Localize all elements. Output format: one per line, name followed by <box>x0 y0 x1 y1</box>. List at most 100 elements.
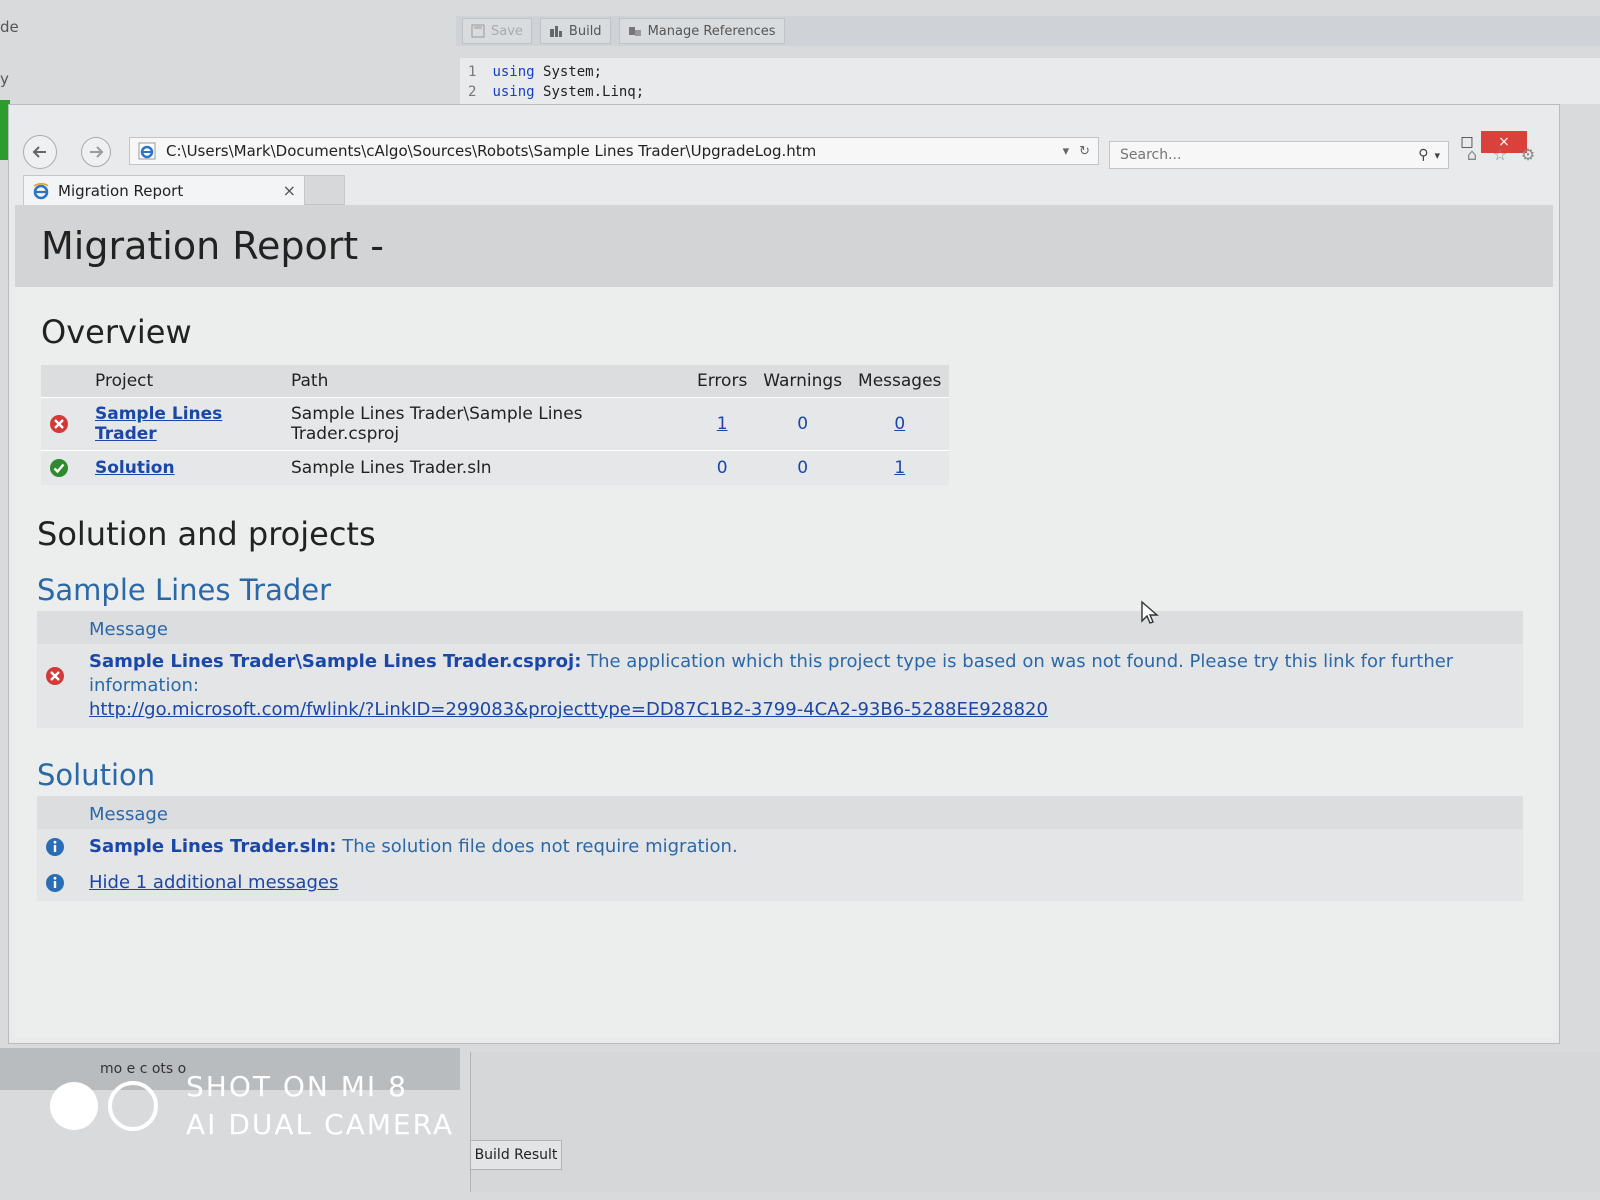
code-editor[interactable]: 1 using System; 2 using System.Linq; <box>460 58 1600 104</box>
warnings-column-header: Warnings <box>755 365 851 398</box>
project-cell: Sample Lines Trader <box>87 397 283 451</box>
project-link-solution[interactable]: Solution <box>95 458 175 478</box>
ide-build-button[interactable]: Build <box>539 18 611 44</box>
path-column-header: Path <box>283 365 689 398</box>
favorites-star-icon[interactable]: ☆ <box>1491 145 1509 164</box>
solution-section-title: Solution <box>37 758 156 792</box>
code-keyword: using <box>492 64 535 80</box>
project-column-header: Project <box>87 365 283 398</box>
errors-column-header: Errors <box>689 365 756 398</box>
message-text: Sample Lines Trader.sln: The solution fi… <box>89 835 738 859</box>
path-cell: Sample Lines Trader.sln <box>283 450 689 485</box>
code-text: System; <box>534 64 603 80</box>
solution-messages: Message Sample Lines Trader.sln: The sol… <box>37 796 1523 901</box>
messages-count-link[interactable]: 1 <box>894 458 905 478</box>
ide-build-label: Build <box>568 23 602 39</box>
forward-button[interactable] <box>81 137 111 167</box>
line-number: 1 <box>468 64 477 80</box>
new-tab-button[interactable] <box>305 175 345 205</box>
error-icon <box>50 415 68 433</box>
tab-title: Migration Report <box>58 181 184 200</box>
ide-save-label: Save <box>491 23 523 39</box>
project-link-sample-lines-trader[interactable]: Sample Lines Trader <box>95 404 222 444</box>
info-icon <box>46 874 64 892</box>
ide-manage-references-label: Manage References <box>647 23 776 39</box>
status-column-header <box>41 365 87 398</box>
list-item: Hide 1 additional messages <box>37 865 1523 901</box>
table-header-row: Project Path Errors Warnings Messages <box>41 365 950 398</box>
list-item: Sample Lines Trader\Sample Lines Trader.… <box>37 644 1523 728</box>
ide-left-text: de <box>0 18 19 36</box>
tab-close-icon[interactable]: × <box>283 181 296 200</box>
message-source: Sample Lines Trader.sln: <box>89 836 337 857</box>
project-cell: Solution <box>87 450 283 485</box>
messages-column-header: Messages <box>850 365 950 398</box>
message-source: Sample Lines Trader\Sample Lines Trader.… <box>89 651 582 672</box>
home-icon[interactable]: ⌂ <box>1463 145 1481 164</box>
messages-cell: 0 <box>850 397 950 451</box>
tab-migration-report[interactable]: Migration Report × <box>23 175 305 205</box>
search-icon[interactable]: ⚲ <box>1418 147 1428 163</box>
ide-manage-references-button[interactable]: Manage References <box>618 18 785 44</box>
warnings-count: 0 <box>797 458 809 478</box>
code-line: 2 using System.Linq; <box>468 82 1592 102</box>
error-icon <box>46 667 64 685</box>
code-text: System.Linq; <box>534 84 645 100</box>
mouse-cursor-icon <box>1141 600 1159 624</box>
forward-arrow-icon <box>90 146 104 158</box>
page-title: Migration Report - <box>15 205 1553 287</box>
solution-and-projects-heading: Solution and projects <box>37 515 376 553</box>
table-row: Solution Sample Lines Trader.sln 0 0 1 <box>41 450 950 485</box>
ide-left-text: y <box>0 70 9 88</box>
navigation-bar: C:\Users\Mark\Documents\cAlgo\Sources\Ro… <box>23 131 1535 171</box>
messages-cell: 1 <box>850 450 950 485</box>
code-line: 1 using System; <box>468 62 1592 82</box>
warnings-cell: 0 <box>755 397 851 451</box>
refresh-icon[interactable]: ↻ <box>1079 144 1090 159</box>
back-button[interactable] <box>23 135 57 169</box>
address-bar[interactable]: C:\Users\Mark\Documents\cAlgo\Sources\Ro… <box>129 137 1099 165</box>
ie-logo-icon <box>33 182 49 199</box>
table-row: Sample Lines Trader Sample Lines Trader\… <box>41 397 950 451</box>
success-check-icon <box>50 459 68 477</box>
ide-save-button[interactable]: Save <box>462 18 532 44</box>
errors-cell: 0 <box>689 450 756 485</box>
camera-dot-icon <box>50 1082 98 1130</box>
save-icon <box>471 24 485 38</box>
search-input[interactable] <box>1118 146 1419 164</box>
hide-additional-messages-link[interactable]: Hide 1 additional messages <box>89 872 338 893</box>
tab-bar: Migration Report × <box>23 175 345 205</box>
messages-count-link[interactable]: 0 <box>894 414 905 434</box>
project-messages: Message Sample Lines Trader\Sample Lines… <box>37 611 1523 728</box>
errors-count-link[interactable]: 1 <box>717 414 728 434</box>
watermark-line: SHOT ON MI 8 <box>186 1070 408 1103</box>
search-dropdown-icon[interactable]: ▾ <box>1434 149 1440 162</box>
errors-count: 0 <box>716 458 728 478</box>
page-content: Migration Report - Overview Project Path… <box>15 205 1553 1037</box>
back-arrow-icon <box>32 146 46 158</box>
line-number: 2 <box>468 84 477 100</box>
project-section-title: Sample Lines Trader <box>37 573 332 607</box>
warnings-count: 0 <box>797 414 809 434</box>
status-cell <box>41 450 87 485</box>
errors-cell: 1 <box>689 397 756 451</box>
list-item: Sample Lines Trader.sln: The solution fi… <box>37 829 1523 865</box>
warnings-cell: 0 <box>755 450 851 485</box>
code-keyword: using <box>492 84 535 100</box>
build-icon <box>549 26 562 37</box>
message-text: Sample Lines Trader\Sample Lines Trader.… <box>89 650 1523 722</box>
further-information-link[interactable]: http://go.microsoft.com/fwlink/?LinkID=2… <box>89 699 1048 720</box>
search-box[interactable]: ⚲ ▾ <box>1109 141 1449 169</box>
ie-page-icon <box>138 142 156 160</box>
info-icon <box>46 838 64 856</box>
watermark-line: AI DUAL CAMERA <box>186 1108 455 1141</box>
ide-toolbar: Save Build Manage References <box>456 16 1600 46</box>
address-dropdown-icon[interactable]: ▾ <box>1063 144 1070 159</box>
build-output-panel <box>470 1052 1600 1192</box>
settings-gear-icon[interactable]: ⚙ <box>1519 145 1537 164</box>
message-body: The solution file does not require migra… <box>336 836 738 857</box>
references-icon <box>628 27 641 36</box>
address-text: C:\Users\Mark\Documents\cAlgo\Sources\Ro… <box>166 142 817 160</box>
camera-ring-icon <box>108 1081 158 1131</box>
tab-build-result[interactable]: Build Result <box>470 1140 562 1170</box>
